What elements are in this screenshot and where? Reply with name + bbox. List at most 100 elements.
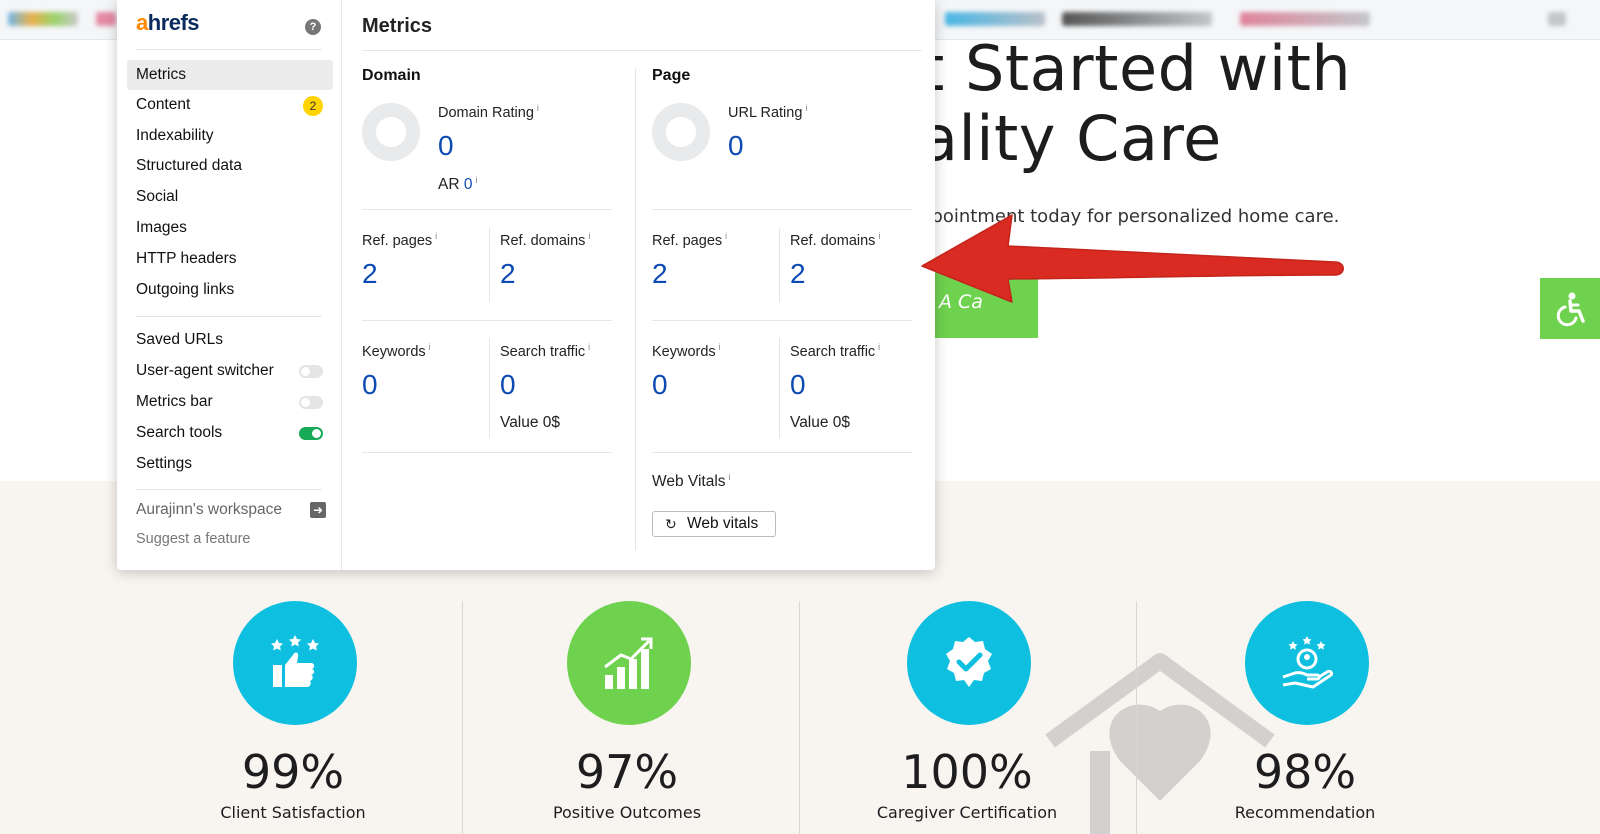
web-vitals-label: Web Vitals i	[652, 472, 731, 491]
domain-heading: Domain	[362, 67, 421, 84]
divider	[489, 338, 490, 438]
divider	[652, 209, 912, 210]
sidebar-item-saved-urls[interactable]: Saved URLs	[127, 325, 333, 355]
info-icon: i	[878, 231, 881, 241]
divider	[362, 320, 612, 321]
sidebar-item-indexability[interactable]: Indexability	[127, 121, 333, 151]
sidebar-item-user-agent-switcher[interactable]: User-agent switcher	[127, 356, 333, 386]
refresh-icon: ↻	[665, 516, 677, 532]
thumbs-up-stars-icon	[233, 601, 357, 725]
info-icon: i	[728, 472, 731, 482]
divider	[779, 338, 780, 438]
divider	[489, 228, 490, 302]
info-icon: i	[725, 231, 728, 241]
info-icon: i	[428, 342, 431, 352]
blurred-bookmark[interactable]	[945, 12, 1045, 26]
help-icon[interactable]: ?	[305, 19, 321, 35]
page-ref-domains-label: Ref. domains i	[790, 231, 881, 249]
info-icon: i	[475, 175, 478, 185]
ahrefs-sidebar: ahrefs ? Metrics Content 2 Indexability S…	[117, 0, 342, 570]
domain-rating-donut	[362, 103, 420, 161]
info-icon: i	[588, 342, 591, 352]
info-icon: i	[435, 231, 438, 241]
sidebar-item-metrics-bar[interactable]: Metrics bar	[127, 387, 333, 417]
page-keywords-value[interactable]: 0	[652, 369, 668, 401]
stat-label: Positive Outcomes	[552, 803, 702, 822]
ahrefs-logo[interactable]: ahrefs	[136, 10, 200, 36]
divider	[652, 452, 912, 453]
blurred-bookmark[interactable]	[96, 12, 116, 26]
ahrefs-popup: ahrefs ? Metrics Content 2 Indexability S…	[117, 0, 935, 570]
stat-value: 97%	[575, 745, 679, 799]
blurred-bookmark[interactable]	[1548, 12, 1566, 26]
blurred-bookmark[interactable]	[8, 12, 78, 26]
domain-traffic-worth: Value 0$	[500, 414, 561, 431]
stat-value: 98%	[1253, 745, 1357, 799]
wheelchair-icon	[1556, 292, 1585, 326]
domain-ref-domains-value[interactable]: 2	[500, 258, 516, 290]
hero-heading-line2: ality Care	[920, 102, 1222, 175]
sidebar-item-structured-data[interactable]: Structured data	[127, 151, 333, 181]
page-search-traffic-label: Search traffic i	[790, 342, 881, 360]
panel-title: Metrics	[362, 15, 433, 37]
stat-label: Caregiver Certification	[876, 803, 1058, 822]
stat-label: Recommendation	[1234, 803, 1376, 822]
page-traffic-worth: Value 0$	[790, 414, 851, 431]
sidebar-item-outgoing-links[interactable]: Outgoing links	[127, 275, 333, 305]
workspace-link[interactable]: Aurajinn's workspace ➜	[136, 501, 326, 519]
web-vitals-button[interactable]: ↻ Web vitals	[652, 511, 776, 537]
divider	[136, 49, 322, 50]
sidebar-item-content[interactable]: Content 2	[127, 90, 333, 120]
stat-recommendation: 98% Recommendation	[1140, 481, 1470, 834]
domain-ref-domains-label: Ref. domains i	[500, 231, 591, 249]
logout-icon[interactable]: ➜	[310, 502, 326, 518]
stat-label: Client Satisfaction	[220, 803, 366, 822]
domain-rating-value[interactable]: 0	[438, 130, 454, 162]
metrics-bar-toggle[interactable]	[299, 396, 323, 409]
divider	[362, 50, 922, 51]
ahrefs-rank: AR 0i	[438, 175, 478, 194]
page-search-traffic-value[interactable]: 0	[790, 369, 806, 401]
info-icon: i	[718, 342, 721, 352]
sidebar-item-social[interactable]: Social	[127, 182, 333, 212]
url-rating-value[interactable]: 0	[728, 130, 744, 162]
content-count-badge: 2	[303, 96, 323, 116]
domain-keywords-value[interactable]: 0	[362, 369, 378, 401]
url-rating-donut	[652, 103, 710, 161]
divider	[136, 316, 322, 317]
certified-badge-icon	[907, 601, 1031, 725]
stat-divider	[1136, 601, 1137, 834]
domain-search-traffic-value[interactable]: 0	[500, 369, 516, 401]
hero-subtitle: ppointment today for personalized home c…	[920, 206, 1340, 227]
blurred-bookmark[interactable]	[1240, 12, 1370, 26]
info-icon: i	[588, 231, 591, 241]
stat-value: 100%	[901, 745, 1033, 799]
user-agent-switcher-toggle[interactable]	[299, 365, 323, 378]
page-ref-pages-value[interactable]: 2	[652, 258, 668, 290]
suggest-feature-link[interactable]: Suggest a feature	[136, 531, 250, 547]
accessibility-button[interactable]	[1540, 278, 1600, 339]
domain-rating-label: Domain Rating i	[438, 103, 539, 121]
sidebar-item-images[interactable]: Images	[127, 213, 333, 243]
hero-heading-line1: t Started with	[920, 32, 1352, 105]
page-heading: Page	[652, 67, 691, 84]
domain-ref-pages-label: Ref. pages i	[362, 231, 438, 249]
info-icon: i	[536, 103, 539, 113]
sidebar-item-http-headers[interactable]: HTTP headers	[127, 244, 333, 274]
url-rating-label: URL Rating i	[728, 103, 808, 121]
blurred-bookmark[interactable]	[1062, 12, 1212, 26]
sidebar-item-metrics[interactable]: Metrics	[127, 60, 333, 90]
care-hand-icon	[1245, 601, 1369, 725]
stat-divider	[799, 601, 800, 834]
growth-chart-icon	[567, 601, 691, 725]
divider	[136, 489, 322, 490]
divider	[779, 228, 780, 302]
sidebar-item-search-tools[interactable]: Search tools	[127, 418, 333, 448]
divider	[362, 452, 612, 453]
search-tools-toggle[interactable]	[299, 427, 323, 440]
sidebar-item-settings[interactable]: Settings	[127, 449, 333, 479]
divider	[362, 209, 612, 210]
domain-search-traffic-label: Search traffic i	[500, 342, 591, 360]
domain-ref-pages-value[interactable]: 2	[362, 258, 378, 290]
page-ref-domains-value[interactable]: 2	[790, 258, 806, 290]
